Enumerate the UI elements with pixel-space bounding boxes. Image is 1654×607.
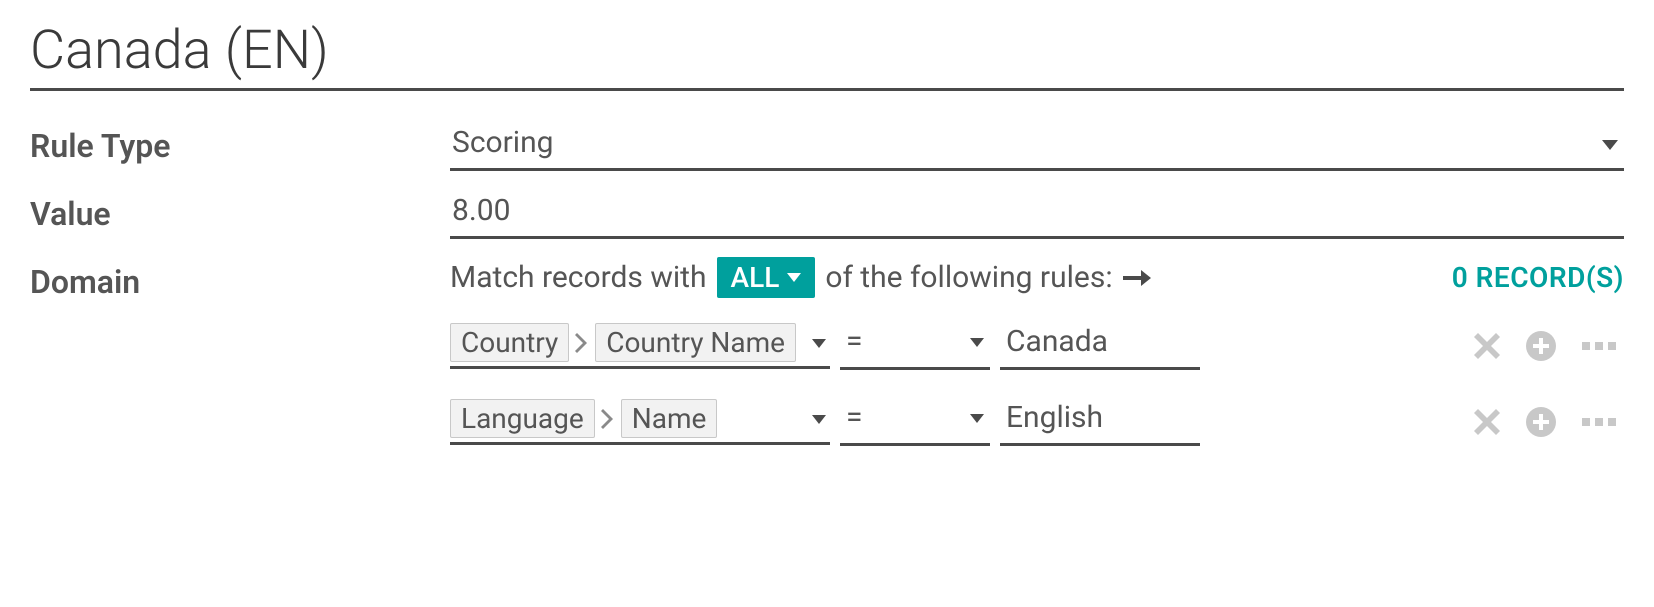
caret-down-icon bbox=[1602, 140, 1618, 150]
plus-circle-icon bbox=[1526, 331, 1556, 361]
rule-value-select[interactable]: English bbox=[1000, 398, 1200, 446]
ellipsis-icon bbox=[1582, 417, 1616, 427]
match-mode-select[interactable]: ALL bbox=[717, 257, 816, 298]
plus-circle-icon bbox=[1526, 407, 1556, 437]
rule-name-input[interactable] bbox=[30, 20, 1624, 91]
domain-label: Domain bbox=[30, 257, 450, 301]
ellipsis-icon bbox=[1582, 341, 1616, 351]
domain-rule-row: Language Name = bbox=[450, 398, 1624, 446]
rule-field-chip: Name bbox=[621, 399, 718, 438]
chevron-right-icon bbox=[601, 409, 615, 429]
caret-down-icon bbox=[970, 332, 984, 351]
rule-value-text: Canada bbox=[1006, 324, 1108, 359]
add-rule-button[interactable] bbox=[1526, 407, 1556, 437]
value-input[interactable] bbox=[450, 189, 1624, 239]
rule-field-chip: Country bbox=[450, 323, 569, 362]
rule-value-select[interactable]: Canada bbox=[1000, 322, 1200, 370]
domain-match-pre-text: Match records with bbox=[450, 260, 707, 295]
arrow-right-icon bbox=[1123, 266, 1151, 290]
rule-field-select[interactable]: Language Name bbox=[450, 399, 830, 445]
caret-down-icon bbox=[812, 333, 830, 352]
delete-rule-button[interactable] bbox=[1474, 409, 1500, 435]
rule-operator-value: = bbox=[846, 400, 862, 435]
rule-operator-select[interactable]: = bbox=[840, 398, 990, 446]
rule-field-chip: Language bbox=[450, 399, 595, 438]
rule-value-text: English bbox=[1006, 400, 1103, 435]
rule-type-select[interactable]: Scoring bbox=[450, 121, 1624, 171]
rule-operator-select[interactable]: = bbox=[840, 322, 990, 370]
close-icon bbox=[1474, 333, 1500, 359]
rule-type-label: Rule Type bbox=[30, 121, 450, 165]
more-rule-button[interactable] bbox=[1582, 417, 1616, 427]
rule-type-value: Scoring bbox=[450, 121, 1624, 168]
delete-rule-button[interactable] bbox=[1474, 333, 1500, 359]
close-icon bbox=[1474, 409, 1500, 435]
rule-field-select[interactable]: Country Country Name bbox=[450, 323, 830, 369]
caret-down-icon bbox=[812, 409, 830, 428]
domain-rule-row: Country Country Name = bbox=[450, 322, 1624, 370]
caret-down-icon bbox=[787, 273, 801, 282]
rule-field-chip: Country Name bbox=[595, 323, 796, 362]
rule-operator-value: = bbox=[846, 324, 862, 359]
chevron-right-icon bbox=[575, 333, 589, 353]
domain-match-post-text: of the following rules: bbox=[825, 260, 1112, 295]
records-count-link[interactable]: 0 RECORD(S) bbox=[1452, 261, 1624, 294]
match-mode-value: ALL bbox=[731, 261, 780, 294]
caret-down-icon bbox=[970, 408, 984, 427]
value-label: Value bbox=[30, 189, 450, 233]
add-rule-button[interactable] bbox=[1526, 331, 1556, 361]
more-rule-button[interactable] bbox=[1582, 341, 1616, 351]
